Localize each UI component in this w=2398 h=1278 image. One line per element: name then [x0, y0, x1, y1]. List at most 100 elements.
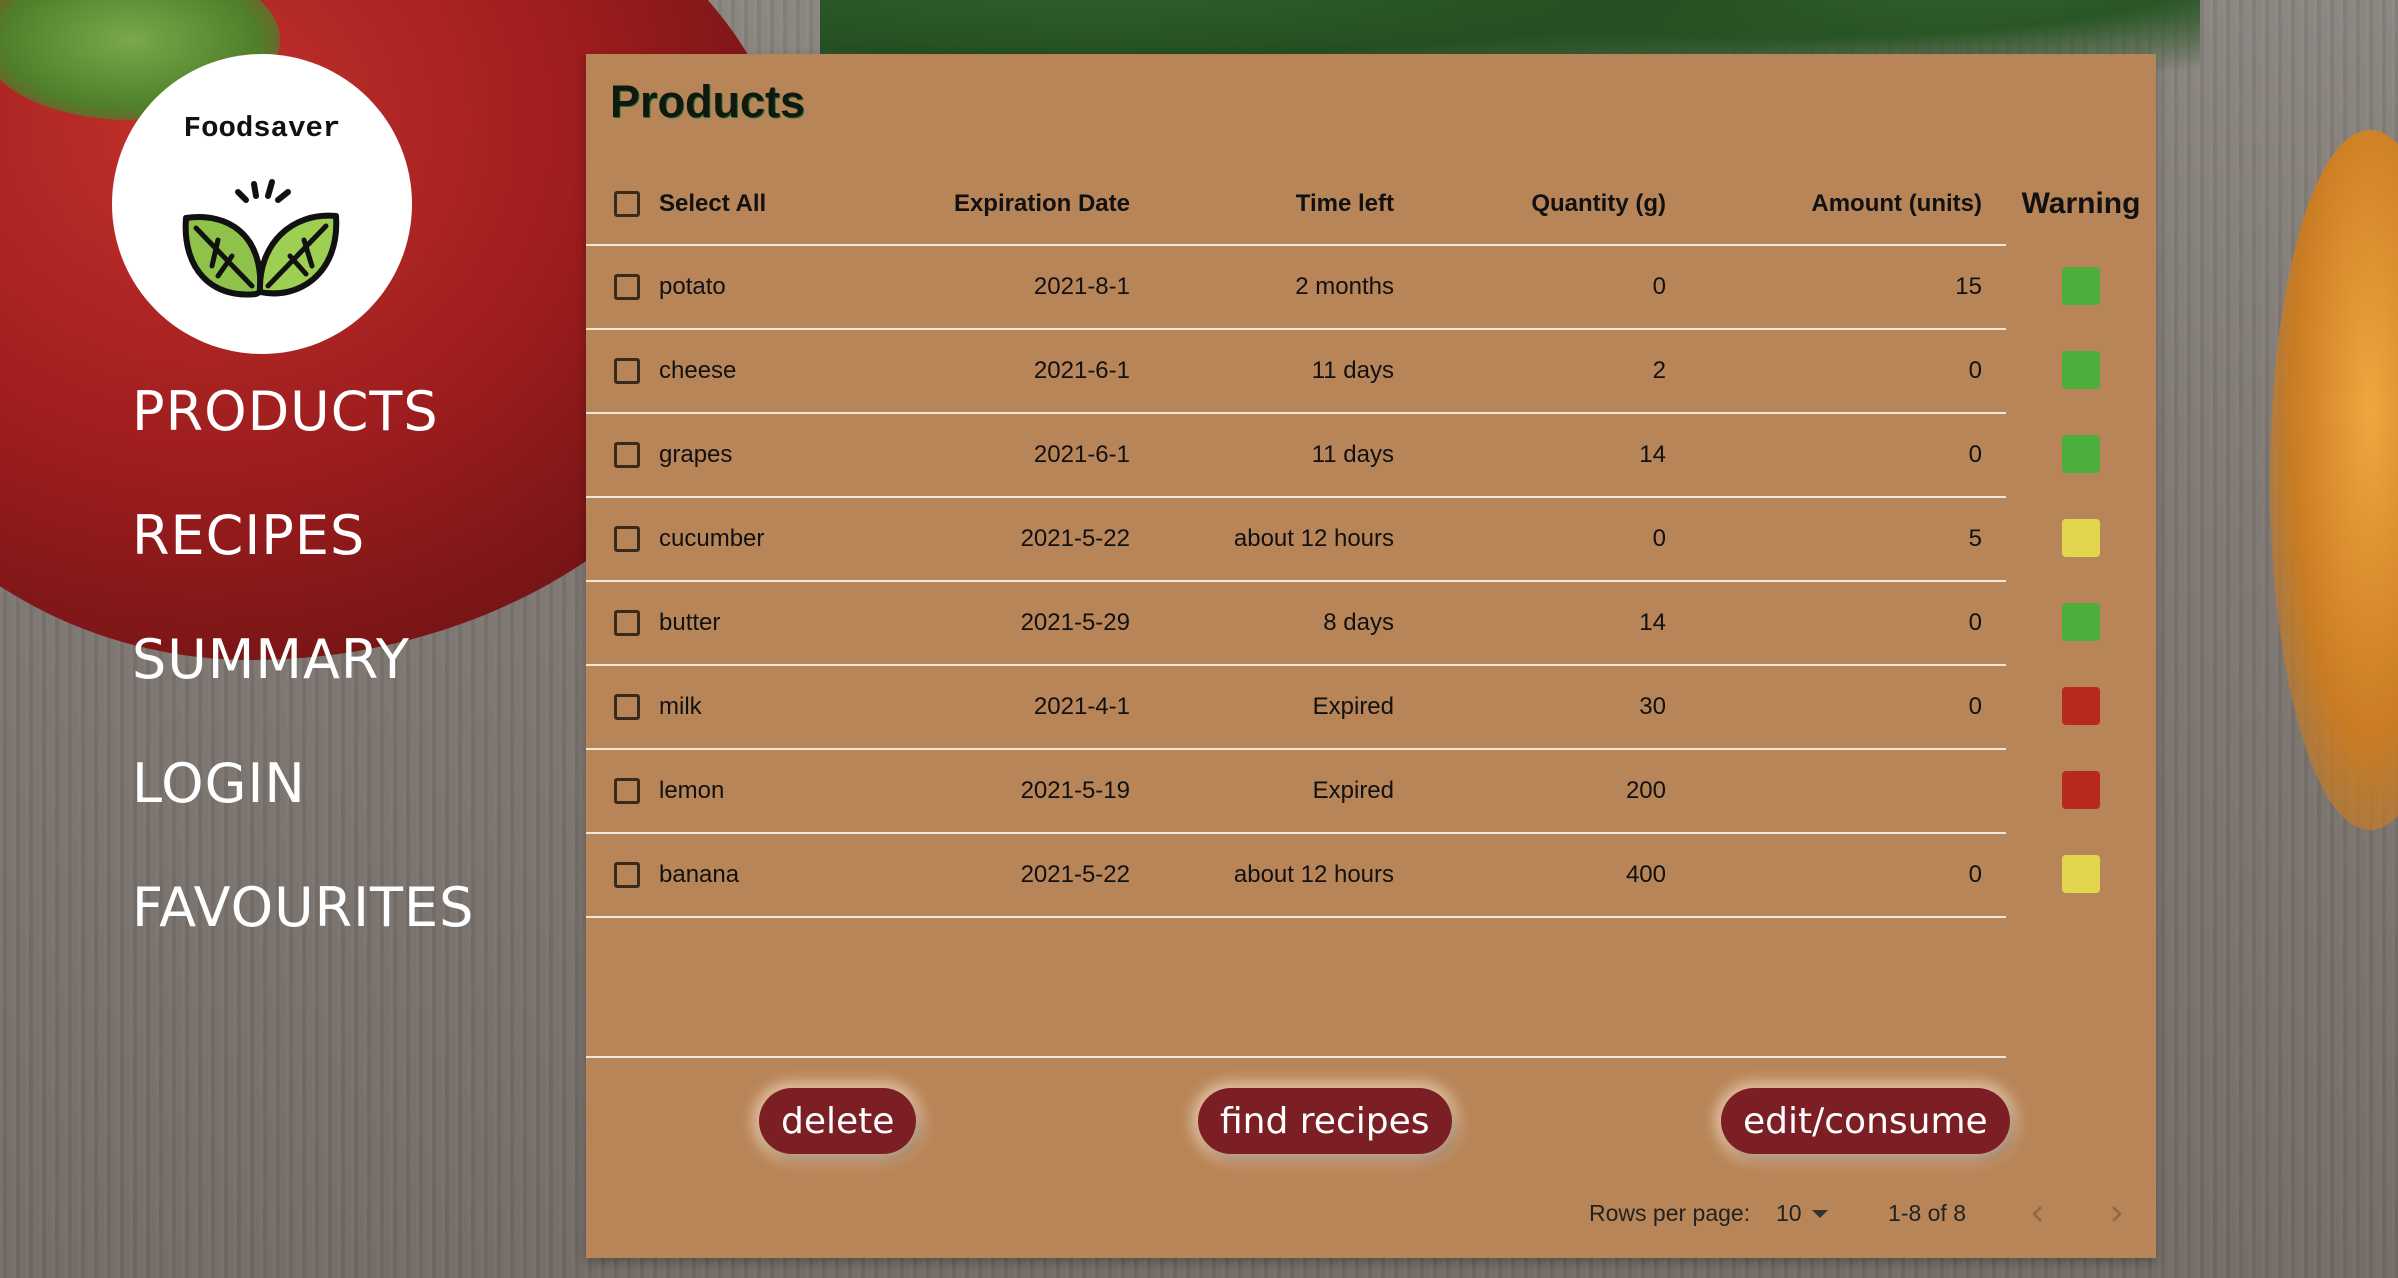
- time-left: 2 months: [1295, 273, 1394, 300]
- app-logo[interactable]: Foodsaver: [112, 54, 412, 354]
- row-checkbox-cell[interactable]: [610, 330, 644, 412]
- quantity: 200: [1625, 777, 1666, 804]
- row-checkbox[interactable]: [614, 358, 640, 384]
- row-checkbox[interactable]: [614, 526, 640, 552]
- product-name: banana: [659, 861, 740, 888]
- time-left: Expired: [1312, 777, 1394, 804]
- logo-text: Foodsaver: [183, 112, 341, 145]
- caret-down-icon: [1811, 1209, 1828, 1218]
- header-time-left[interactable]: Time left: [1146, 164, 1394, 244]
- row-checkbox[interactable]: [614, 442, 640, 468]
- row-checkbox-cell[interactable]: [610, 666, 644, 748]
- warning-cell: [2006, 748, 2156, 832]
- time-left: about 12 hours: [1233, 525, 1394, 552]
- header-expiration-date[interactable]: Expiration Date: [936, 164, 1130, 244]
- edit-consume-button[interactable]: edit/consume: [1721, 1088, 2010, 1154]
- row-checkbox[interactable]: [614, 610, 640, 636]
- product-name: butter: [659, 609, 721, 636]
- table-row[interactable]: cheese 2021-6-1 11 days 2 0: [586, 330, 2006, 414]
- header-amount[interactable]: Amount (units): [1686, 164, 1982, 244]
- row-checkbox-cell[interactable]: [610, 582, 644, 664]
- nav-item-favourites[interactable]: FAVOURITES: [132, 876, 474, 1000]
- quantity: 2: [1652, 357, 1666, 384]
- warning-cell: [2006, 328, 2156, 412]
- row-checkbox[interactable]: [614, 694, 640, 720]
- time-left: Expired: [1312, 693, 1394, 720]
- table-row[interactable]: potato 2021-8-1 2 months 0 15: [586, 246, 2006, 330]
- warning-indicator: [2062, 267, 2100, 305]
- find-recipes-button[interactable]: find recipes: [1198, 1088, 1452, 1154]
- amount: 5: [1968, 525, 1982, 552]
- product-name: cucumber: [659, 525, 765, 552]
- table-row[interactable]: cucumber 2021-5-22 about 12 hours 0 5: [586, 498, 2006, 582]
- warning-indicator: [2062, 603, 2100, 641]
- expiration-date: 2021-6-1: [1033, 357, 1130, 384]
- table-row[interactable]: butter 2021-5-29 8 days 14 0: [586, 582, 2006, 666]
- time-left: 11 days: [1311, 357, 1394, 384]
- nav-item-products[interactable]: PRODUCTS: [132, 380, 474, 504]
- expiration-date: 2021-4-1: [1033, 693, 1130, 720]
- amount: 0: [1968, 861, 1982, 888]
- rows-per-page-label: Rows per page:: [1589, 1200, 1751, 1226]
- warning-column: Warning: [2006, 164, 2156, 916]
- row-checkbox-cell[interactable]: [610, 834, 644, 916]
- products-table: Select All Expiration Date Time left Qua…: [586, 164, 2006, 918]
- row-checkbox[interactable]: [614, 862, 640, 888]
- product-name: grapes: [659, 441, 733, 468]
- amount: [1686, 750, 1982, 832]
- chevron-left-icon[interactable]: [2018, 1194, 2058, 1234]
- amount: 0: [1968, 441, 1982, 468]
- row-checkbox-cell[interactable]: [610, 750, 644, 832]
- product-name: potato: [659, 273, 726, 300]
- delete-button[interactable]: delete: [759, 1088, 917, 1154]
- warning-indicator: [2062, 435, 2100, 473]
- warning-indicator: [2062, 687, 2100, 725]
- time-left: about 12 hours: [1233, 861, 1394, 888]
- nav-item-login[interactable]: LOGIN: [132, 752, 474, 876]
- expiration-date: 2021-6-1: [1033, 441, 1130, 468]
- quantity: 30: [1639, 693, 1666, 720]
- table-row[interactable]: lemon 2021-5-19 Expired 200: [586, 750, 2006, 834]
- amount: 0: [1968, 357, 1982, 384]
- warning-cell: [2006, 664, 2156, 748]
- row-checkbox[interactable]: [614, 274, 640, 300]
- rows-per-page-select[interactable]: 10: [1776, 1200, 1828, 1227]
- table-row[interactable]: milk 2021-4-1 Expired 30 0: [586, 666, 2006, 750]
- amount: 15: [1955, 273, 1982, 300]
- expiration-date: 2021-5-22: [1020, 861, 1130, 888]
- product-name: lemon: [659, 777, 725, 804]
- row-checkbox-cell[interactable]: [610, 414, 644, 496]
- chevron-right-icon[interactable]: [2096, 1194, 2136, 1234]
- rows-per-page-value: 10: [1776, 1200, 1802, 1226]
- quantity: 14: [1639, 441, 1666, 468]
- expiration-date: 2021-8-1: [1033, 273, 1130, 300]
- orange-vegetable-image: [2270, 130, 2398, 830]
- main-nav: PRODUCTS RECIPES SUMMARY LOGIN FAVOURITE…: [132, 380, 474, 1000]
- amount: 0: [1968, 693, 1982, 720]
- warning-cell: [2006, 244, 2156, 328]
- warning-indicator: [2062, 519, 2100, 557]
- table-header-row: Select All Expiration Date Time left Qua…: [586, 164, 2006, 246]
- product-name: milk: [659, 693, 702, 720]
- row-checkbox[interactable]: [614, 778, 640, 804]
- select-all-label: Select All: [659, 190, 767, 217]
- time-left: 8 days: [1323, 609, 1394, 636]
- row-checkbox-cell[interactable]: [610, 246, 644, 328]
- select-all-checkbox[interactable]: [614, 191, 640, 217]
- nav-item-recipes[interactable]: RECIPES: [132, 504, 474, 628]
- warning-indicator: [2062, 771, 2100, 809]
- table-row[interactable]: banana 2021-5-22 about 12 hours 400 0: [586, 834, 2006, 918]
- nav-item-summary[interactable]: SUMMARY: [132, 628, 474, 752]
- quantity: 14: [1639, 609, 1666, 636]
- row-checkbox-cell[interactable]: [610, 498, 644, 580]
- select-all-checkbox-cell[interactable]: [610, 164, 644, 244]
- warning-cell: [2006, 832, 2156, 916]
- quantity: 0: [1652, 525, 1666, 552]
- pagination: Rows per page: 10 1-8 of 8: [586, 1194, 2156, 1234]
- page-title: Products: [610, 76, 806, 127]
- warning-cell: [2006, 580, 2156, 664]
- header-quantity[interactable]: Quantity (g): [1416, 164, 1666, 244]
- table-row[interactable]: grapes 2021-6-1 11 days 14 0: [586, 414, 2006, 498]
- leaves-logo-icon: [182, 179, 340, 298]
- warning-indicator: [2062, 855, 2100, 893]
